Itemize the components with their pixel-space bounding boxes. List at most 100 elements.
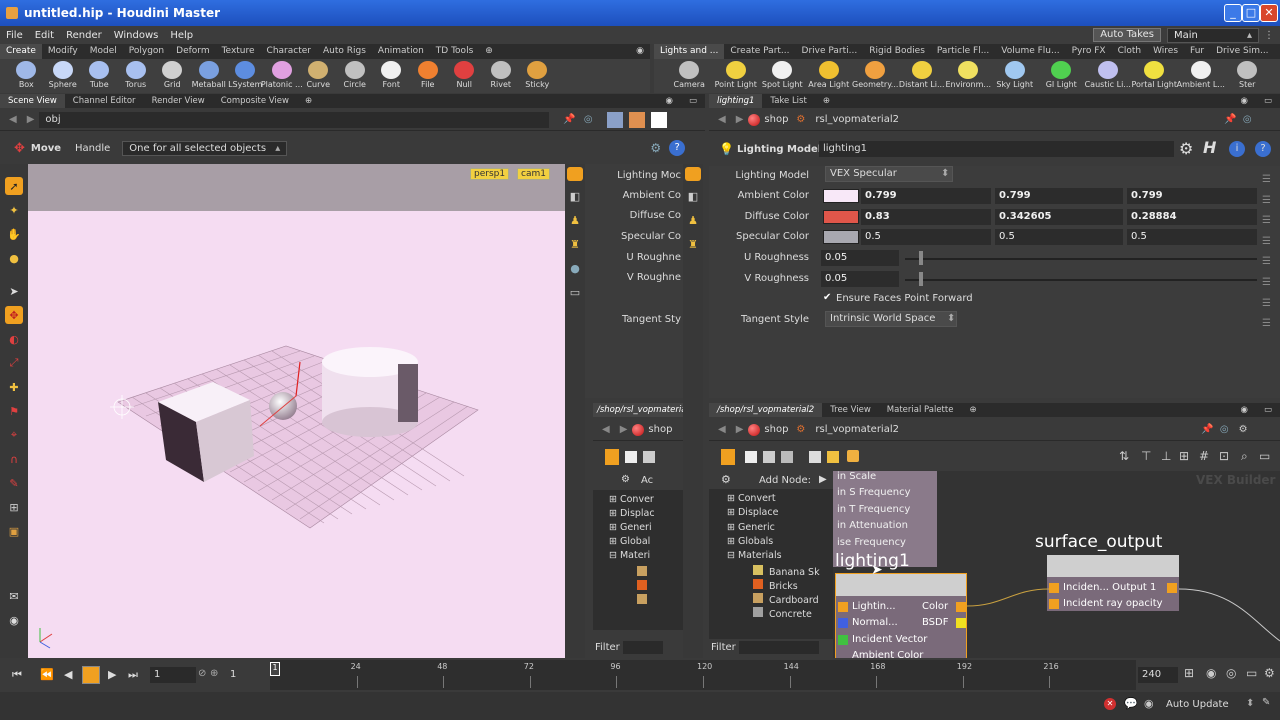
mini-tree-item-materials[interactable]: ⊟ Materi — [609, 550, 650, 561]
node-filter-input[interactable] — [739, 641, 819, 654]
transform-tool-icon[interactable]: ✦ — [5, 201, 23, 219]
global-anim-icon[interactable]: ⚙ — [1264, 666, 1275, 680]
menu-render[interactable]: Render — [60, 30, 108, 41]
v-roughness-field[interactable]: 0.05 — [821, 271, 899, 287]
shelf-tab-deform[interactable]: Deform — [170, 44, 215, 59]
tree-expand-icon[interactable]: ⊞ — [727, 536, 738, 547]
maximize-button[interactable]: □ — [1242, 4, 1260, 22]
network-back-icon[interactable]: ◀ — [718, 424, 726, 435]
shelf-left-tool-metaball[interactable]: Metaball — [191, 59, 228, 89]
pin-icon[interactable]: 📌 — [563, 114, 575, 125]
forward-arrow-icon[interactable]: ▶ — [27, 114, 35, 125]
network-forward-icon[interactable]: ▶ — [736, 424, 744, 435]
menu-windows[interactable]: Windows — [108, 30, 165, 41]
play-reverse-icon[interactable]: ◀ — [64, 668, 72, 681]
layout-tree-icon[interactable]: ⊤ — [1141, 449, 1151, 463]
shelf-right-tool-area-light[interactable]: Area Light — [806, 59, 853, 89]
back-arrow-icon[interactable]: ◀ — [9, 114, 17, 125]
mini-page-icon[interactable] — [625, 451, 637, 463]
tree-item-cardboard[interactable]: Cardboard — [753, 593, 819, 606]
camera-tool-icon[interactable]: ▣ — [5, 522, 23, 540]
tree-expand-icon[interactable]: ⊟ — [727, 550, 738, 561]
cook-icon[interactable]: ✎ — [1262, 697, 1270, 708]
mini-tree-item-displace[interactable]: ⊞ Displac — [609, 508, 655, 519]
shelf-right-tool-geometry-light[interactable]: Geometry... — [852, 59, 899, 89]
shelf-tab-character[interactable]: Character — [261, 44, 317, 59]
shelf-right-tool-stereo-camera[interactable]: Ster — [1224, 59, 1271, 89]
snap-options-icon[interactable]: ⚙ — [650, 141, 661, 155]
add-pane-tab-icon[interactable]: ⊕ — [297, 94, 320, 108]
param-link-icon[interactable]: ◎ — [1243, 114, 1252, 125]
houdini-help-icon[interactable]: H — [1203, 138, 1216, 157]
shelf-tab-lights[interactable]: Lights and ... — [654, 44, 725, 59]
auto-update-select[interactable]: Auto Update — [1166, 699, 1229, 710]
render-region-icon[interactable]: ✉ — [5, 587, 23, 605]
copy-icon[interactable] — [763, 451, 775, 463]
mini-tree-item-global[interactable]: ⊞ Global — [609, 536, 650, 547]
key-options-icon[interactable]: ⊞ — [1184, 666, 1194, 680]
timeline-frame-marker[interactable]: 1 — [270, 662, 280, 676]
add-node-arrow-icon[interactable]: ▶ — [819, 474, 827, 485]
handle-mode-select[interactable]: One for all selected objects — [122, 140, 288, 156]
link-icon[interactable]: ◎ — [584, 114, 593, 125]
param-pane-maximize-icon[interactable]: ▭ — [1256, 94, 1280, 108]
lock-tool-icon[interactable]: ⊞ — [5, 498, 23, 516]
shelf-right-tool-environment-light[interactable]: Environm... — [945, 59, 992, 89]
step-back-icon[interactable]: ⏪ — [40, 668, 54, 681]
flipbook-icon[interactable]: ◉ — [5, 611, 23, 629]
mini-display-options-icon[interactable] — [685, 167, 701, 181]
current-frame-field[interactable]: 1 — [150, 667, 196, 683]
shelf-tab-create-particles[interactable]: Create Part... — [724, 44, 795, 59]
add-param-tab-icon[interactable]: ⊕ — [815, 94, 838, 108]
param-back-icon[interactable]: ◀ — [718, 114, 726, 125]
display-options-icon[interactable] — [567, 167, 583, 181]
tree-item-banana-sk[interactable]: Banana Sk — [753, 564, 820, 578]
param-pin-icon[interactable]: 📌 — [1224, 114, 1236, 125]
tree-item-materials[interactable]: ⊟ Materials — [727, 550, 782, 561]
mini-tree-item-convert[interactable]: ⊞ Conver — [609, 494, 654, 505]
go-to-end-icon[interactable]: ⏭ — [128, 668, 138, 682]
diffuse-color-b[interactable]: 0.28884 — [1127, 209, 1257, 225]
shelf-left-tool-null[interactable]: Null — [446, 59, 483, 89]
u-roughness-slider-handle[interactable] — [919, 251, 923, 265]
network-options-icon[interactable]: ◉ — [1233, 403, 1256, 417]
tree-item-convert[interactable]: ⊞ Convert — [727, 493, 776, 504]
list-mode-icon[interactable] — [721, 449, 735, 465]
stop-button[interactable] — [82, 666, 100, 684]
shelf-left-tool-sphere[interactable]: Sphere — [45, 59, 82, 89]
shelf-right-tool-gi-light[interactable]: GI Light — [1038, 59, 1085, 89]
messages-icon[interactable]: 💬 — [1124, 697, 1138, 710]
scale-tool-icon[interactable]: ⤢ — [5, 354, 23, 372]
shelf-tab-pyro-fx[interactable]: Pyro FX — [1066, 44, 1112, 59]
desktop-options-icon[interactable]: ⋮ — [1258, 30, 1280, 41]
mini-forward-icon[interactable]: ▶ — [620, 424, 628, 435]
end-frame-field[interactable]: 240 — [1138, 667, 1178, 683]
tab-material-palette[interactable]: Material Palette — [879, 403, 962, 417]
diffuse-color-swatch[interactable] — [823, 210, 859, 224]
param-forward-icon[interactable]: ▶ — [736, 114, 744, 125]
thumbnail-icon[interactable] — [781, 451, 793, 463]
ambient-color-g[interactable]: 0.799 — [995, 188, 1123, 204]
tree-item-displace[interactable]: ⊞ Displace — [727, 507, 778, 518]
ambient-color-b[interactable]: 0.799 — [1127, 188, 1257, 204]
network-box-icon[interactable] — [847, 450, 859, 462]
specular-color-b[interactable]: 0.5 — [1127, 229, 1257, 245]
sphere-display-icon[interactable]: ● — [566, 259, 584, 277]
u-roughness-field[interactable]: 0.05 — [821, 250, 899, 266]
go-to-start-icon[interactable]: ⏮ — [12, 668, 22, 682]
shelf-left-tool-lsystem[interactable]: LSystem — [227, 59, 264, 89]
background-toggle-icon[interactable] — [650, 111, 667, 128]
magnet-tool-icon[interactable]: ∩ — [5, 450, 23, 468]
mini-list-mode-icon[interactable] — [605, 449, 619, 465]
ensure-faces-checkbox[interactable]: ✔ — [823, 292, 831, 303]
shelf-tab-fur[interactable]: Fur — [1184, 44, 1210, 59]
real-time-icon[interactable]: ◎ — [1226, 666, 1236, 680]
add-network-tab-icon[interactable]: ⊕ — [961, 403, 984, 417]
v-roughness-slider-handle[interactable] — [919, 272, 923, 286]
tangent-style-select[interactable]: Intrinsic World Space — [825, 311, 957, 327]
new-page-icon[interactable] — [745, 451, 757, 463]
v-roughness-slider-track[interactable] — [905, 279, 1257, 281]
tree-item-generic[interactable]: ⊞ Generic — [727, 522, 775, 533]
diffuse-color-r[interactable]: 0.83 — [861, 209, 991, 225]
shelf-right-tool-distant-light[interactable]: Distant Li... — [899, 59, 946, 89]
